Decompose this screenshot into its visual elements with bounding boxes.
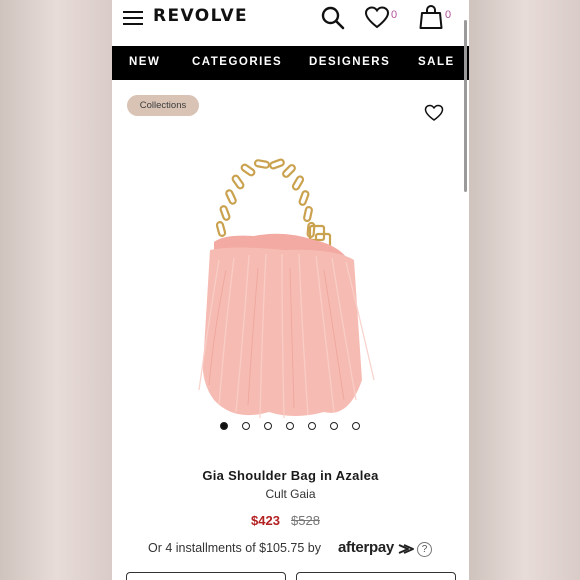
carousel-dot[interactable] xyxy=(308,422,316,430)
search-icon[interactable] xyxy=(320,5,346,31)
backdrop-right xyxy=(469,0,580,580)
color-select-button[interactable] xyxy=(296,572,456,580)
product-image[interactable] xyxy=(174,150,404,425)
backdrop-left xyxy=(0,0,112,580)
carousel-dot[interactable] xyxy=(264,422,272,430)
carousel-dot[interactable] xyxy=(330,422,338,430)
scrollbar-thumb[interactable] xyxy=(464,20,467,192)
nav-item-sale[interactable]: SALE xyxy=(418,56,455,68)
product-designer[interactable]: Cult Gaia xyxy=(112,487,469,501)
afterpay-arrows-icon xyxy=(398,544,414,554)
collections-badge[interactable]: Collections xyxy=(127,95,199,116)
hamburger-icon[interactable] xyxy=(123,11,143,25)
carousel-dot[interactable] xyxy=(286,422,294,430)
size-select-button[interactable] xyxy=(126,572,286,580)
shopping-bag-icon[interactable] xyxy=(419,4,443,30)
top-bar: REVOLVE 0 0 xyxy=(112,0,469,44)
installments-text: Or 4 installments of $105.75 by xyxy=(148,541,322,555)
carousel-dot[interactable] xyxy=(352,422,360,430)
help-circle-icon[interactable]: ? xyxy=(417,542,432,557)
wishlist-count: 0 xyxy=(391,9,398,21)
original-price: $528 xyxy=(291,513,320,528)
afterpay-logo-text[interactable]: afterpay xyxy=(338,539,394,556)
heart-outline-icon[interactable] xyxy=(424,104,444,122)
image-carousel-dots xyxy=(220,422,370,434)
product-title: Gia Shoulder Bag in Azalea xyxy=(202,468,379,483)
nav-item-new[interactable]: NEW xyxy=(129,56,160,68)
carousel-dot[interactable] xyxy=(242,422,250,430)
bag-count: 0 xyxy=(445,9,452,21)
phone-screen: REVOLVE 0 0 NEW CATEGORIES DESIGNERS SAL… xyxy=(112,0,469,580)
main-nav: NEW CATEGORIES DESIGNERS SALE xyxy=(112,46,469,80)
heart-icon[interactable] xyxy=(364,6,390,30)
nav-item-categories[interactable]: CATEGORIES xyxy=(192,56,282,68)
sale-price: $423 xyxy=(251,513,280,528)
carousel-dot[interactable] xyxy=(220,422,228,430)
brand-logo[interactable]: REVOLVE xyxy=(153,6,248,26)
nav-item-designers[interactable]: DESIGNERS xyxy=(309,56,390,68)
